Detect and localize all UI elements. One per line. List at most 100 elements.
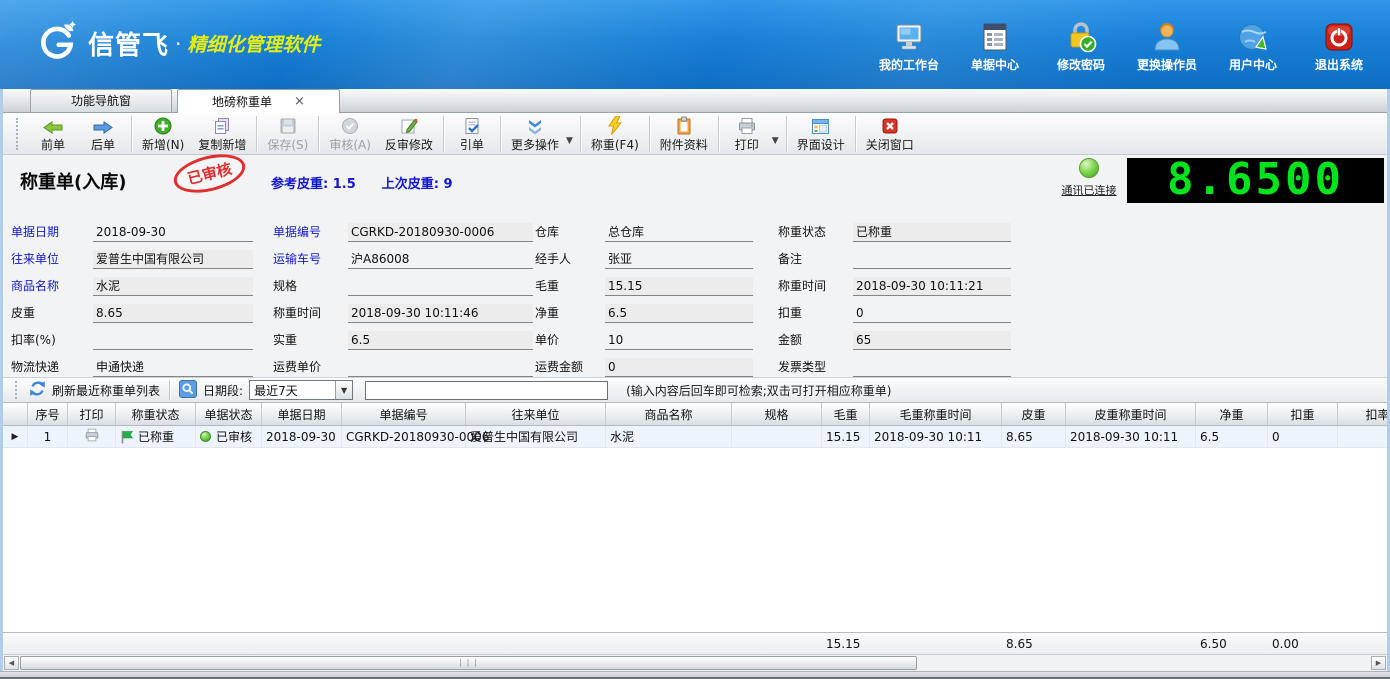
deduct-weight-field[interactable]: 0 xyxy=(853,304,1011,323)
nav-switch-operator[interactable]: 更换操作员 xyxy=(1124,18,1210,73)
toolbar-separator xyxy=(442,115,444,152)
nav-user-center[interactable]: 用户中心 xyxy=(1210,18,1296,73)
attachment-button[interactable]: 附件资料 xyxy=(653,114,715,154)
dropdown-arrow-icon[interactable]: ▼ xyxy=(772,136,779,146)
window-body: 功能导航窗 地磅称重单 × 前单 后单 新增(N) 复制新增 保存(S) 审核(… xyxy=(0,89,1390,671)
column-header[interactable]: 扣重 xyxy=(1268,403,1338,425)
column-header[interactable] xyxy=(3,403,28,425)
freight-amount-field[interactable]: 0 xyxy=(605,358,753,377)
scrollbar-thumb[interactable]: ❘❘❘ xyxy=(20,656,917,670)
nav-document-center[interactable]: 单据中心 xyxy=(952,18,1038,73)
field-label: 备注 xyxy=(778,252,803,266)
nav-exit-system[interactable]: 退出系统 xyxy=(1296,18,1382,73)
column-header[interactable]: 毛重 xyxy=(822,403,870,425)
prev-doc-button[interactable]: 前单 xyxy=(28,114,78,154)
partner-field[interactable]: 爱普生中国有限公司 xyxy=(93,250,253,269)
tab-label: 功能导航窗 xyxy=(70,94,131,108)
audit-button[interactable]: 审核(A) xyxy=(322,114,378,154)
save-button[interactable]: 保存(S) xyxy=(260,114,315,154)
unaudit-button[interactable]: 反审修改 xyxy=(378,114,440,154)
amount-field[interactable]: 65 xyxy=(853,331,1011,350)
tab-weighbridge[interactable]: 地磅称重单 × xyxy=(177,89,340,113)
date-range-select[interactable]: 最近7天 ▼ xyxy=(249,380,354,400)
doc-no-field[interactable]: CGRKD-20180930-0006 xyxy=(348,223,533,242)
window-design-icon xyxy=(811,116,830,135)
connection-label[interactable]: 通讯已连接 xyxy=(1051,182,1127,198)
audit-check-icon xyxy=(341,116,359,135)
column-header[interactable]: 规格 xyxy=(732,403,822,425)
field-label: 经手人 xyxy=(535,252,572,266)
tab-close-icon[interactable]: × xyxy=(294,95,305,108)
column-header[interactable]: 往来单位 xyxy=(466,403,606,425)
truck-no-field[interactable]: 沪A86008 xyxy=(348,250,533,269)
field-label: 实重 xyxy=(273,333,298,347)
next-doc-button[interactable]: 后单 xyxy=(78,114,128,154)
logistics-field[interactable]: 申通快递 xyxy=(93,358,253,377)
ui-design-button[interactable]: 界面设计 xyxy=(790,114,852,154)
tare-field[interactable]: 8.65 xyxy=(93,304,253,323)
field-label: 净重 xyxy=(535,306,560,320)
deduction-rate-field[interactable] xyxy=(93,331,253,350)
pull-doc-button[interactable]: 引单 xyxy=(447,114,497,154)
weight-display: 8.6500 xyxy=(1127,158,1384,203)
dropdown-arrow-icon[interactable]: ▼ xyxy=(566,136,573,146)
handler-field[interactable]: 张亚 xyxy=(605,250,753,269)
actual-weight-field[interactable]: 6.5 xyxy=(348,331,533,350)
document-center-icon xyxy=(952,18,1038,56)
column-header[interactable]: 商品名称 xyxy=(606,403,732,425)
invoice-type-field[interactable] xyxy=(853,358,1011,377)
column-header[interactable]: 单据编号 xyxy=(342,403,466,425)
cell-print[interactable] xyxy=(68,426,116,447)
freight-price-field[interactable] xyxy=(348,358,533,377)
cell-net: 6.5 xyxy=(1196,426,1268,447)
warehouse-field[interactable]: 总仓库 xyxy=(605,223,753,242)
cell-doc-no: CGRKD-20180930-0006 xyxy=(342,426,489,447)
nav-my-workstation[interactable]: 我的工作台 xyxy=(866,18,952,73)
refresh-list-button[interactable]: 刷新最近称重单列表 xyxy=(29,380,160,400)
column-header[interactable]: 单据日期 xyxy=(262,403,342,425)
print-group: 打印 ▼ xyxy=(722,114,783,154)
column-header[interactable]: 打印 xyxy=(68,403,116,425)
gross-weight-field[interactable]: 15.15 xyxy=(605,277,753,296)
doc-date-field[interactable]: 2018-09-30 xyxy=(93,223,253,242)
audited-stamp: 已审核 xyxy=(169,147,250,200)
copy-new-button[interactable]: 复制新增 xyxy=(191,114,253,154)
column-header[interactable]: 扣率 xyxy=(1338,403,1387,425)
unit-price-field[interactable]: 10 xyxy=(605,331,753,350)
search-input[interactable] xyxy=(365,380,609,400)
form-column-2: 单据编号 CGRKD-20180930-0006 运输车号 沪A86008 规格 称… xyxy=(273,215,533,377)
product-field[interactable]: 水泥 xyxy=(93,277,253,296)
field-label: 皮重 xyxy=(11,306,36,320)
column-header[interactable]: 单据状态 xyxy=(196,403,262,425)
gross-weigh-time-field[interactable]: 2018-09-30 10:11:21 xyxy=(853,277,1011,296)
tare-weigh-time-field[interactable]: 2018-09-30 10:11:46 xyxy=(348,304,533,323)
table-row[interactable]: ▶ 1 已称重 已审核 2018-09-30 CGRKD-20180930-00… xyxy=(3,426,1387,448)
cell-doc-date: 2018-09-30 xyxy=(262,426,342,447)
more-actions-button[interactable]: 更多操作 xyxy=(504,114,566,154)
print-button[interactable]: 打印 xyxy=(722,114,772,154)
scroll-left-icon[interactable]: ◀ xyxy=(4,656,19,670)
change-password-icon xyxy=(1038,18,1124,56)
weigh-button[interactable]: 称重(F4) xyxy=(584,114,646,154)
column-header[interactable]: 称重状态 xyxy=(116,403,196,425)
nav-change-password[interactable]: 修改密码 xyxy=(1038,18,1124,73)
tab-function-nav[interactable]: 功能导航窗 xyxy=(30,89,172,112)
column-header[interactable]: 净重 xyxy=(1196,403,1268,425)
close-window-button[interactable]: 关闭窗口 xyxy=(859,114,921,154)
column-header[interactable]: 序号 xyxy=(28,403,68,425)
horizontal-scrollbar[interactable]: ◀ ❘❘❘ ▶ xyxy=(3,654,1387,671)
combo-dropdown-icon[interactable]: ▼ xyxy=(335,381,353,399)
search-hint: (输入内容后回车即可检索;双击可打开相应称重单) xyxy=(626,383,892,398)
column-header[interactable]: 毛重称重时间 xyxy=(870,403,1002,425)
net-weight-field[interactable]: 6.5 xyxy=(605,304,753,323)
add-new-button[interactable]: 新增(N) xyxy=(135,114,191,154)
form-column-3: 仓库 总仓库 经手人 张亚 毛重 15.15 净重 6.5 单价 10 运费金额 0 xyxy=(535,215,753,377)
spec-field[interactable] xyxy=(348,277,533,296)
weigh-status-field[interactable]: 已称重 xyxy=(853,223,1011,242)
scroll-right-icon[interactable]: ▶ xyxy=(1371,656,1386,670)
add-icon xyxy=(154,116,172,135)
column-header[interactable]: 皮重称重时间 xyxy=(1066,403,1196,425)
column-header[interactable]: 皮重 xyxy=(1002,403,1066,425)
switch-operator-icon xyxy=(1124,18,1210,56)
remark-field[interactable] xyxy=(853,250,1011,269)
